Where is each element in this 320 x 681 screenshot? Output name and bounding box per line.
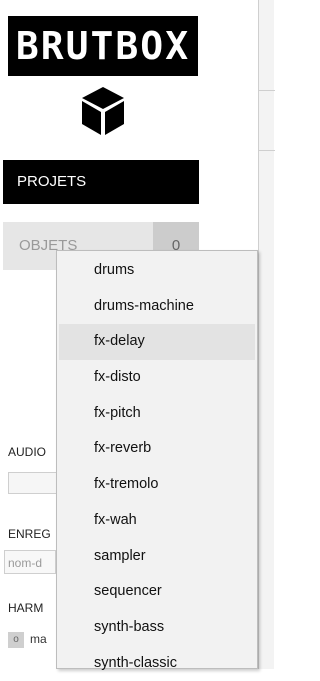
projets-label: PROJETS [17, 173, 87, 190]
audio-section-label: AUDIO [8, 445, 47, 459]
divider [259, 90, 275, 91]
divider [259, 150, 275, 151]
brutbox-logo: BRUTBOX [8, 10, 198, 140]
harm-item-label: ma [30, 632, 47, 646]
cube-icon [82, 87, 124, 135]
harm-checkbox[interactable]: o [8, 632, 24, 648]
dropdown-item-fx-pitch[interactable]: fx-pitch [59, 396, 255, 432]
dropdown-item-fx-tremolo[interactable]: fx-tremolo [59, 467, 255, 503]
harm-section-label: HARM [8, 601, 44, 615]
dropdown-item-fx-disto[interactable]: fx-disto [59, 360, 255, 396]
dropdown-item-synth-classic[interactable]: synth-classic [59, 646, 255, 681]
dropdown-item-fx-wah[interactable]: fx-wah [59, 503, 255, 539]
audio-select[interactable] [8, 472, 58, 494]
logo-text: BRUTBOX [8, 16, 198, 76]
harm-row: o ma [8, 630, 58, 652]
projets-button[interactable]: PROJETS [3, 160, 199, 204]
dropdown-item-synth-bass[interactable]: synth-bass [59, 610, 255, 646]
right-panel-edge [258, 0, 275, 669]
dropdown-item-drums[interactable]: drums [59, 253, 255, 289]
dropdown-item-fx-reverb[interactable]: fx-reverb [59, 431, 255, 467]
recording-name-input[interactable]: nom-d [4, 550, 56, 574]
objects-dropdown-menu: drums drums-machine fx-delay fx-disto fx… [56, 250, 258, 671]
dropdown-item-sampler[interactable]: sampler [59, 539, 255, 575]
dropdown-item-drums-machine[interactable]: drums-machine [59, 289, 255, 325]
dropdown-item-fx-delay[interactable]: fx-delay [59, 324, 255, 361]
enreg-section-label: ENREG [8, 527, 51, 541]
dropdown-item-sequencer[interactable]: sequencer [59, 574, 255, 610]
